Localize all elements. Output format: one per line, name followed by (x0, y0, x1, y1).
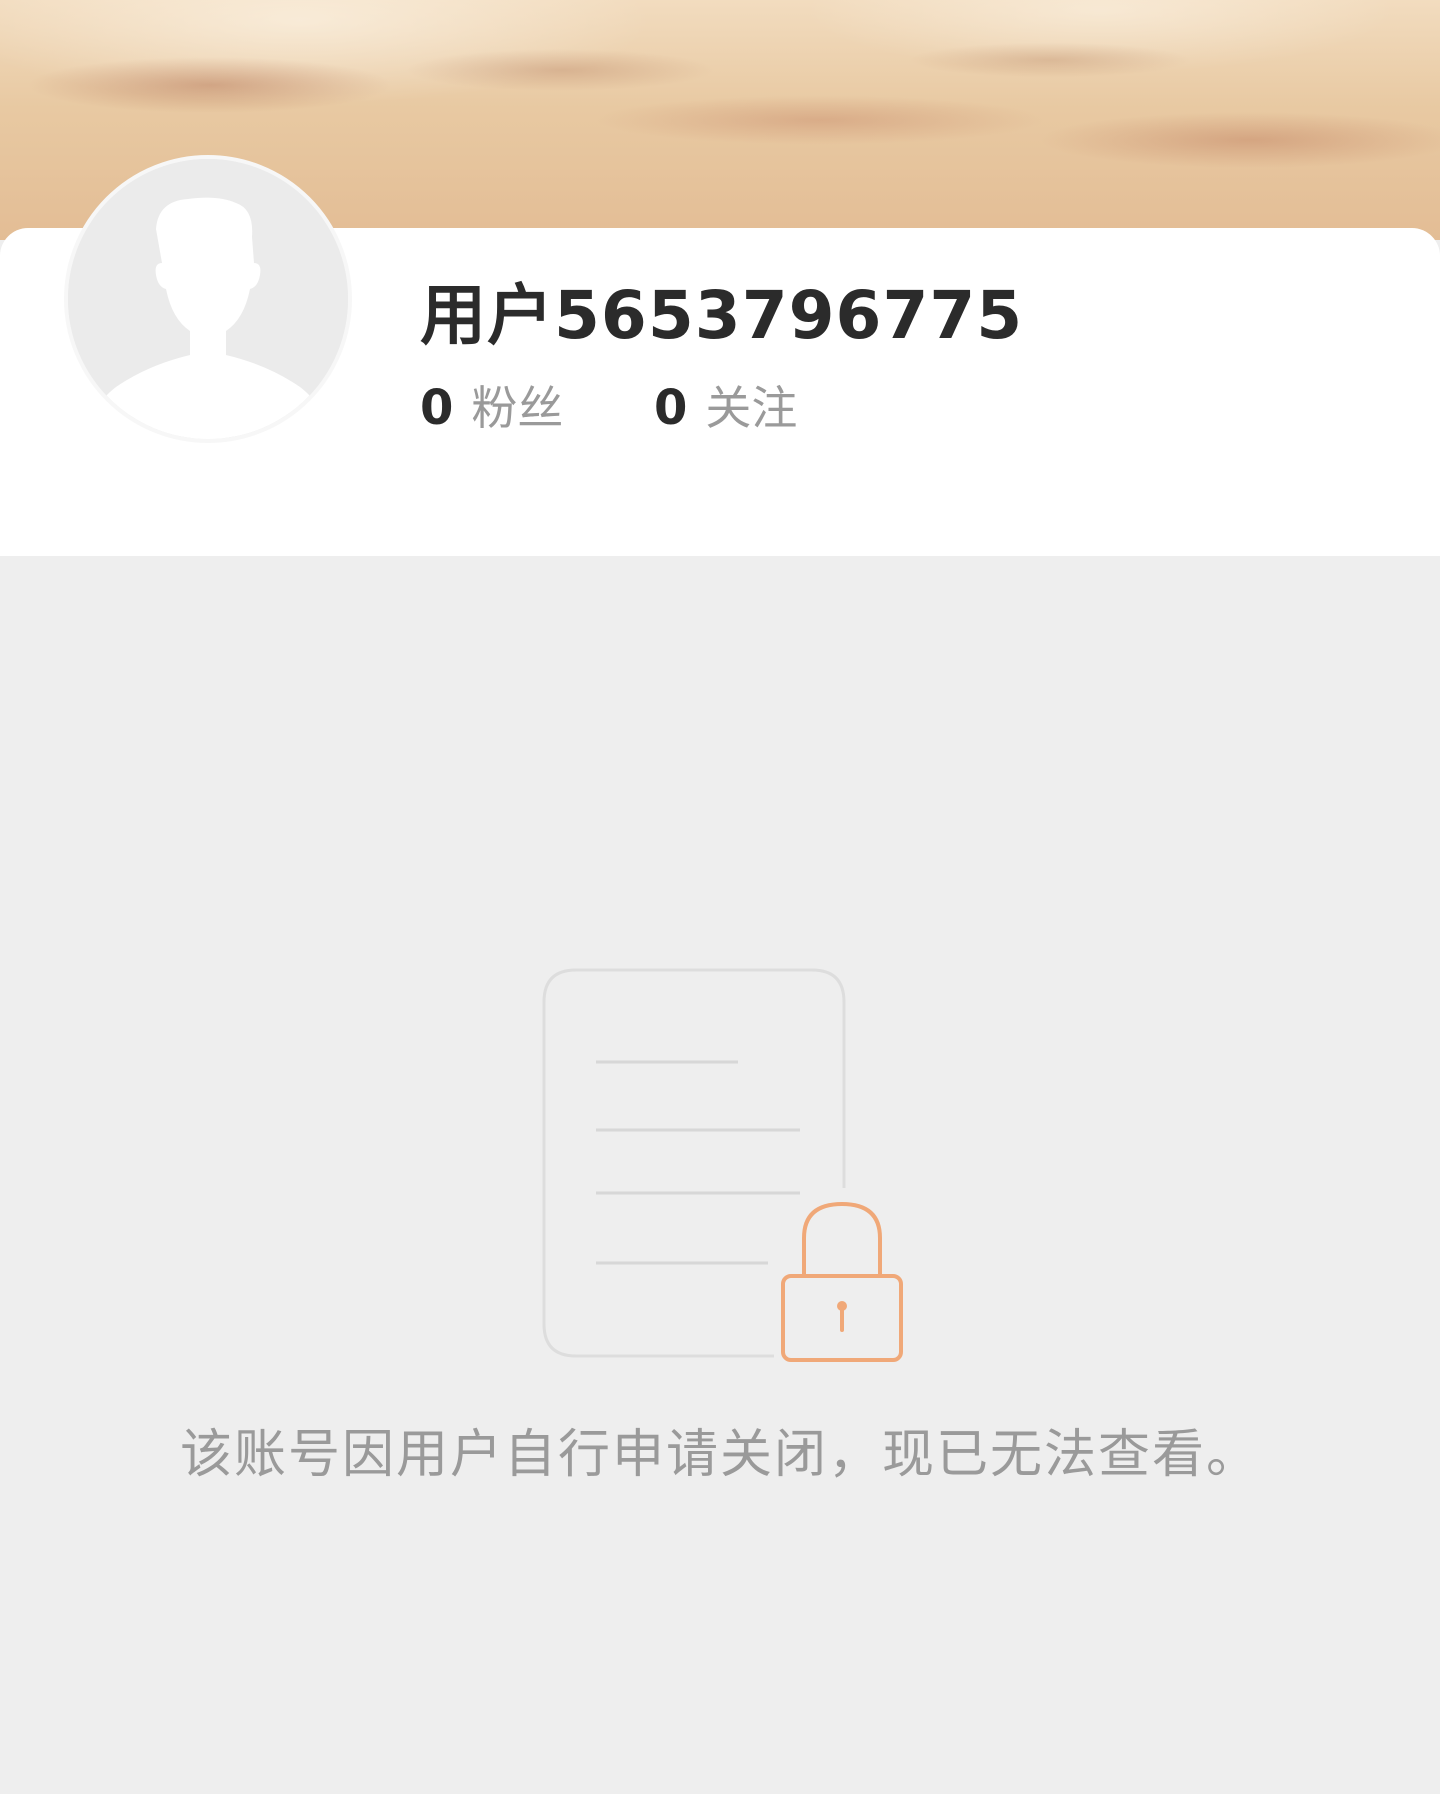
following-label: 关注 (705, 381, 798, 435)
account-closed-message: 该账号因用户自行申请关闭，现已无法查看。 (179, 1425, 1260, 1485)
following-count: 0 (654, 380, 688, 436)
fans-count: 0 (420, 380, 454, 436)
padlock-icon (781, 1201, 903, 1362)
following-stat[interactable]: 0 关注 (654, 372, 797, 438)
locked-document-icon (536, 960, 912, 1370)
avatar[interactable] (64, 155, 352, 443)
default-avatar-icon (68, 159, 348, 439)
fans-label: 粉丝 (471, 381, 564, 435)
username: 用户5653796775 (420, 277, 1024, 354)
fans-stat[interactable]: 0 粉丝 (420, 372, 563, 438)
